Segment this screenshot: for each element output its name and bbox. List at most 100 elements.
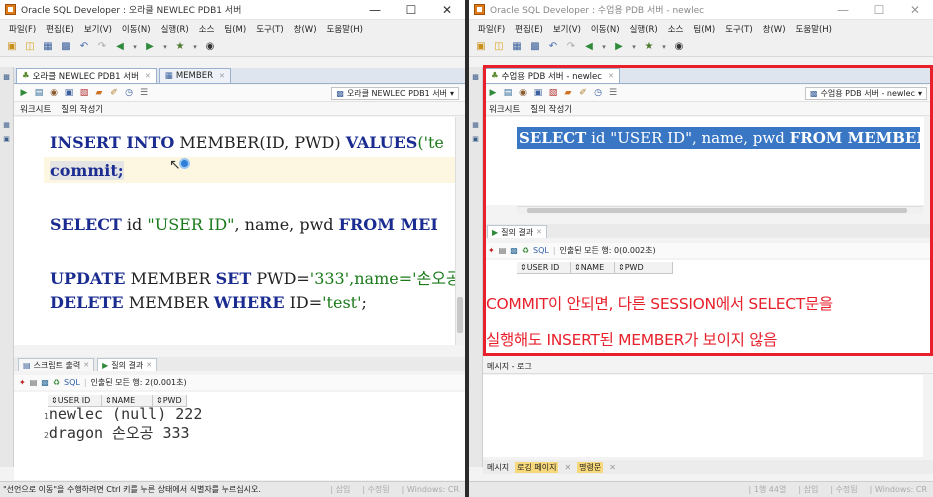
refresh-icon[interactable]: ♻: [53, 378, 60, 387]
explain-icon[interactable]: ◉: [48, 87, 60, 99]
forward-icon[interactable]: ▶: [143, 40, 157, 54]
right-editor-hscroll[interactable]: [517, 206, 923, 214]
redo-icon[interactable]: ↷: [564, 40, 578, 54]
export-icon[interactable]: ▩: [41, 378, 49, 387]
run-script-icon[interactable]: ▤: [33, 87, 45, 99]
history-icon[interactable]: ◷: [592, 87, 604, 99]
left-editor-vscroll[interactable]: [455, 117, 464, 345]
save-icon[interactable]: ▦: [41, 40, 55, 54]
close-icon[interactable]: ✕: [83, 361, 89, 369]
back-icon[interactable]: ◀: [113, 40, 127, 54]
commit-icon[interactable]: ▣: [63, 87, 75, 99]
scroll-thumb[interactable]: [457, 297, 463, 333]
chevron-down-icon[interactable]: ▾: [660, 40, 668, 54]
menu-window[interactable]: 창(W): [758, 23, 791, 35]
left-sql-editor[interactable]: INSERT INTO MEMBER(ID, PWD) VALUES('te c…: [14, 117, 455, 345]
autotrace-icon[interactable]: ▰: [93, 87, 105, 99]
commit-icon[interactable]: ▣: [532, 87, 544, 99]
pin-icon[interactable]: ✦: [19, 378, 26, 387]
refresh-icon[interactable]: ♻: [522, 246, 529, 255]
col-name[interactable]: ⇕ NAME: [571, 262, 615, 274]
left-result-grid[interactable]: ⇕ USER ID ⇕ NAME ⇕ PWD 1newlec (null) 222 2…: [14, 392, 465, 480]
chevron-down-icon[interactable]: ▾: [161, 40, 169, 54]
save-all-icon[interactable]: ▩: [528, 40, 542, 54]
tab-query-result[interactable]: ▶ 질의 결과 ✕: [487, 225, 548, 238]
minimize-button[interactable]: —: [825, 0, 861, 20]
close-button[interactable]: ✕: [429, 0, 465, 20]
connection-icon[interactable]: ★: [173, 40, 187, 54]
close-icon[interactable]: ✕: [608, 72, 614, 80]
tab-query-result[interactable]: ▶ 질의 결과 ✕: [97, 358, 158, 371]
menu-file[interactable]: 파일(F): [4, 23, 41, 35]
binoculars-icon[interactable]: ◉: [672, 40, 686, 54]
menu-tools[interactable]: 도구(T): [251, 23, 288, 35]
menu-window[interactable]: 창(W): [289, 23, 322, 35]
chevron-down-icon[interactable]: ▾: [131, 40, 139, 54]
subtab-worksheet[interactable]: 워크시트: [20, 103, 51, 115]
redo-icon[interactable]: ↷: [95, 40, 109, 54]
menu-run[interactable]: 실행(R): [625, 23, 663, 35]
sql-link[interactable]: SQL: [533, 246, 549, 255]
close-button[interactable]: ✕: [897, 0, 933, 20]
report-icon[interactable]: ▦: [472, 121, 480, 129]
report-icon[interactable]: ▦: [3, 121, 11, 129]
format-icon[interactable]: ☰: [138, 87, 150, 99]
print-icon[interactable]: ▤: [499, 246, 507, 255]
db-icon[interactable]: ▩: [472, 73, 480, 81]
tab-member[interactable]: ▦ MEMBER ✕: [158, 68, 231, 83]
col-user-id[interactable]: ⇕ USER ID: [517, 262, 571, 274]
subtab-query-builder[interactable]: 질의 작성기: [61, 103, 103, 115]
forward-icon[interactable]: ▶: [612, 40, 626, 54]
undo-icon[interactable]: ↶: [546, 40, 560, 54]
process-icon[interactable]: ▣: [472, 135, 480, 143]
format-icon[interactable]: ☰: [607, 87, 619, 99]
export-icon[interactable]: ▩: [510, 246, 518, 255]
close-icon[interactable]: ✕: [219, 72, 225, 80]
rollback-icon[interactable]: ▧: [78, 87, 90, 99]
tab-messages[interactable]: 메시지: [487, 462, 509, 473]
tab-worksheet-newlec[interactable]: ♣ 오라클 NEWLEC PDB1 서버 ✕: [16, 68, 157, 83]
save-icon[interactable]: ▦: [510, 40, 524, 54]
tab-script-output[interactable]: ▤ 스크립트 출력 ✕: [18, 358, 95, 371]
connection-select[interactable]: ▩ 수업용 PDB 서버 - newlec ▾: [805, 87, 927, 100]
menu-edit[interactable]: 편집(E): [510, 23, 548, 35]
print-icon[interactable]: ▤: [30, 378, 38, 387]
clear-icon[interactable]: ✐: [577, 87, 589, 99]
menu-navigate[interactable]: 이동(N): [586, 23, 625, 35]
tab-statements[interactable]: 명령문: [577, 461, 604, 473]
run-statement-icon[interactable]: ▶: [487, 87, 499, 99]
menu-run[interactable]: 실행(R): [156, 23, 194, 35]
new-icon[interactable]: ▣: [5, 40, 19, 54]
open-folder-icon[interactable]: ◫: [23, 40, 37, 54]
menu-view[interactable]: 보기(V): [548, 23, 586, 35]
undo-icon[interactable]: ↶: [77, 40, 91, 54]
table-row[interactable]: 2dragon 손오공 333: [44, 425, 202, 444]
minimize-button[interactable]: —: [357, 0, 393, 20]
run-statement-icon[interactable]: ▶: [18, 87, 30, 99]
explain-icon[interactable]: ◉: [517, 87, 529, 99]
maximize-button[interactable]: ☐: [393, 0, 429, 20]
db-icon[interactable]: ▩: [3, 73, 11, 81]
save-all-icon[interactable]: ▩: [59, 40, 73, 54]
process-icon[interactable]: ▣: [3, 135, 11, 143]
tab-logging-page[interactable]: 로깅 페이지: [515, 461, 559, 473]
close-icon[interactable]: ✕: [609, 463, 616, 472]
menu-help[interactable]: 도움말(H): [322, 23, 368, 35]
col-pwd[interactable]: ⇕ PWD: [615, 262, 673, 274]
menu-help[interactable]: 도움말(H): [791, 23, 837, 35]
menu-source[interactable]: 소스: [194, 23, 220, 35]
connection-icon[interactable]: ★: [642, 40, 656, 54]
binoculars-icon[interactable]: ◉: [203, 40, 217, 54]
tab-worksheet-class-pdb[interactable]: ♣ 수업용 PDB 서버 - newlec ✕: [485, 68, 620, 83]
message-log-body[interactable]: [483, 375, 923, 457]
scroll-thumb[interactable]: [527, 208, 907, 213]
menu-tools[interactable]: 도구(T): [720, 23, 757, 35]
rollback-icon[interactable]: ▧: [547, 87, 559, 99]
menu-source[interactable]: 소스: [663, 23, 689, 35]
close-icon[interactable]: ✕: [536, 228, 542, 236]
run-script-icon[interactable]: ▤: [502, 87, 514, 99]
sql-link[interactable]: SQL: [64, 378, 80, 387]
autotrace-icon[interactable]: ▰: [562, 87, 574, 99]
open-folder-icon[interactable]: ◫: [492, 40, 506, 54]
menu-view[interactable]: 보기(V): [79, 23, 117, 35]
